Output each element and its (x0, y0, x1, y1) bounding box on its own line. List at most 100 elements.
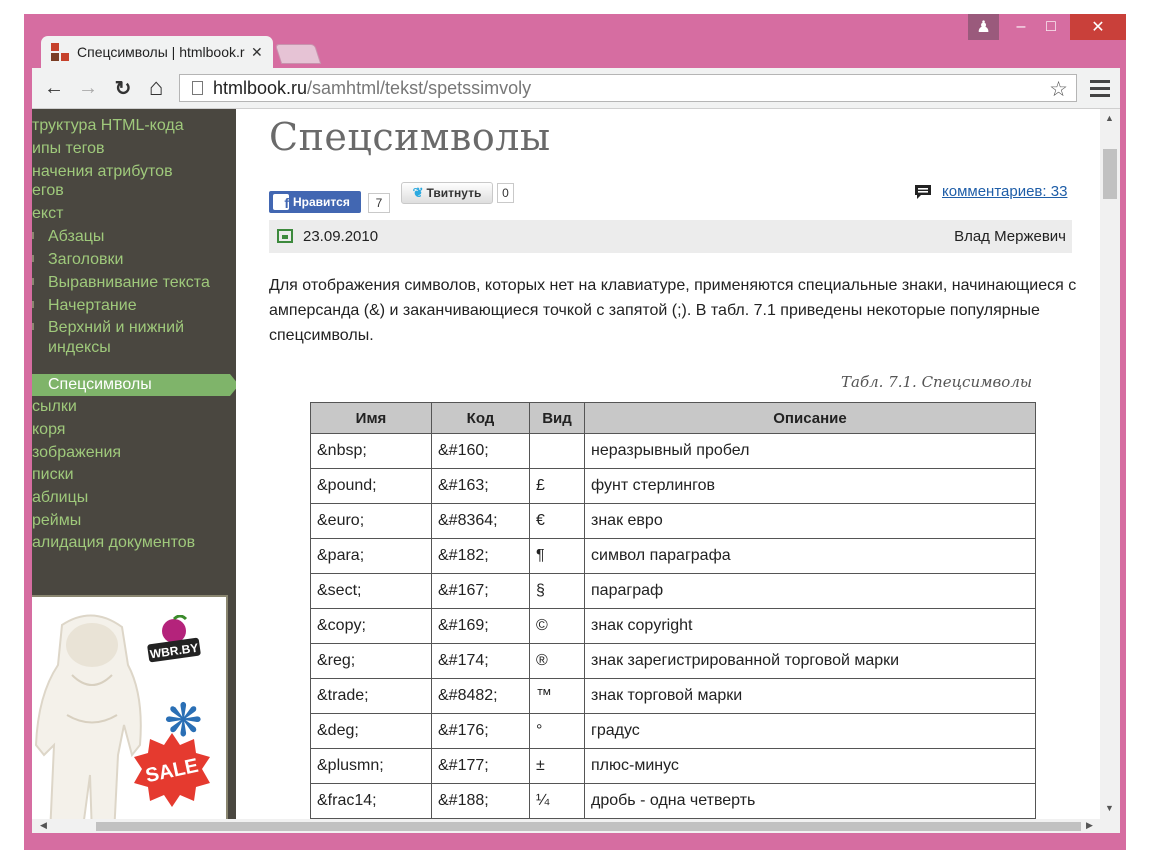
sidebar-item-images[interactable]: зображения (32, 443, 121, 462)
browser-menu-icon[interactable] (1090, 76, 1110, 100)
cell-description: неразрывный пробел (584, 433, 1036, 469)
page-title: Спецсимволы (269, 115, 551, 159)
sidebar-item-structure[interactable]: труктура HTML-кода (32, 116, 184, 135)
scroll-right-arrow-icon[interactable]: ▶ (1086, 820, 1093, 831)
close-window-button[interactable]: ✕ (1070, 14, 1126, 40)
table-row: &plusmn; &#177; ± плюс-минус (310, 748, 1036, 784)
url-host: htmlbook.ru (213, 77, 308, 98)
wbr-logo-icon: WBR.BY (147, 615, 201, 663)
page-icon (192, 81, 203, 95)
forward-arrow-icon[interactable]: → (76, 74, 100, 102)
browser-window: ♟ – □ ✕ Спецсимволы | htmlbook.ru ✕ ← → … (24, 14, 1126, 850)
sidebar-item-validation[interactable]: алидация документов (32, 533, 195, 552)
back-arrow-icon[interactable]: ← (42, 74, 66, 102)
table-row: &trade; &#8482; ™ знак торговой марки (310, 678, 1036, 714)
table-row: &pound; &#163; £ фунт стерлингов (310, 468, 1036, 504)
sidebar-subitem-label: Выравнивание текста (48, 274, 210, 291)
cell-description: символ параграфа (584, 538, 1036, 574)
reload-icon[interactable]: ↻ (111, 74, 135, 102)
cell-description: дробь - одна четверть (584, 783, 1036, 819)
cell-code: &#167; (431, 573, 530, 609)
cell-name: &plusmn; (310, 748, 432, 784)
comments-link[interactable]: комментариев: 33 (914, 183, 1067, 200)
table-row: &deg; &#176; ° градус (310, 713, 1036, 749)
article-date: 23.09.2010 (303, 228, 379, 245)
cell-description: фунт стерлингов (584, 468, 1036, 504)
tab-active[interactable]: Спецсимволы | htmlbook.ru ✕ (41, 36, 273, 68)
sidebar-item-special-chars-active[interactable]: Спецсимволы (32, 374, 236, 396)
address-bar[interactable]: htmlbook.ru/samhtml/tekst/spetssimvoly ☆ (179, 74, 1077, 102)
sidebar-item-tables[interactable]: аблицы (32, 488, 88, 507)
cell-view: ® (529, 643, 585, 679)
cell-view: ™ (529, 678, 585, 714)
cell-code: &#163; (431, 468, 530, 504)
scroll-down-arrow-icon[interactable]: ▼ (1105, 803, 1114, 813)
main-content: Спецсимволы f Нравится 7 ❦ Твитнуть 0 ко… (269, 109, 1077, 819)
bookmark-star-icon[interactable]: ☆ (1049, 77, 1068, 102)
horizontal-scroll-thumb[interactable] (96, 822, 1081, 831)
facebook-like-label: Нравится (293, 195, 350, 209)
user-profile-icon[interactable]: ♟ (968, 14, 999, 40)
sale-badge: SALE (134, 733, 210, 807)
cell-name: &reg; (310, 643, 432, 679)
facebook-like-button[interactable]: f Нравится (269, 191, 361, 213)
sidebar-subitem-label: Заголовки (48, 251, 124, 268)
twitter-tweet-button[interactable]: ❦ Твитнуть (401, 182, 493, 204)
cell-view: § (529, 573, 585, 609)
sidebar-item-text[interactable]: екст (32, 204, 63, 223)
sidebar-item-lists[interactable]: писки (32, 465, 74, 484)
cell-name: &deg; (310, 713, 432, 749)
cell-name: &trade; (310, 678, 432, 714)
tab-title: Спецсимволы | htmlbook.ru (77, 44, 245, 60)
cell-code: &#169; (431, 608, 530, 644)
facebook-like-count: 7 (368, 193, 390, 213)
cell-code: &#182; (431, 538, 530, 574)
comments-count-link[interactable]: комментариев: 33 (942, 183, 1067, 200)
table-caption: Табл. 7.1. Спецсимволы (841, 373, 1033, 391)
sidebar-subitem-label: индексы (48, 339, 111, 356)
cell-code: &#8364; (431, 503, 530, 539)
url-path: /samhtml/tekst/spetssimvoly (307, 77, 532, 98)
cell-description: градус (584, 713, 1036, 749)
cell-name: &nbsp; (310, 433, 432, 469)
maximize-button[interactable]: □ (1037, 14, 1065, 40)
sidebar-subitem-label: Верхний и нижний (48, 319, 185, 336)
twitter-tweet-label: Твитнуть (426, 186, 482, 200)
table-row: &reg; &#174; ® знак зарегистрированной торг… (310, 643, 1036, 679)
cell-description: знак евро (584, 503, 1036, 539)
vertical-scrollbar[interactable]: ▲ ▼ (1100, 109, 1120, 833)
sidebar-item-frames[interactable]: реймы (32, 511, 81, 530)
minimize-button[interactable]: – (1010, 14, 1032, 40)
twitter-tweet-count: 0 (497, 183, 514, 203)
sidebar-item-links[interactable]: сылки (32, 397, 77, 416)
cell-view: ° (529, 713, 585, 749)
sidebar-ad-banner[interactable]: WBR.BY ❋ SALE (32, 595, 228, 833)
table-row: &nbsp; &#160; неразрывный пробел (310, 433, 1036, 469)
sidebar-item-attribute-values[interactable]: начения атрибутов (32, 162, 173, 181)
twitter-bird-icon: ❦ (412, 185, 424, 200)
scroll-up-arrow-icon[interactable]: ▲ (1105, 113, 1114, 123)
page-viewport: труктура HTML-кода ипы тегов начения атр… (32, 109, 1120, 833)
horizontal-scrollbar[interactable]: ◀ ▶ (32, 819, 1100, 833)
htmlbook-favicon-icon (51, 43, 69, 61)
cell-description: знак торговой марки (584, 678, 1036, 714)
new-tab-button[interactable] (274, 44, 322, 64)
facebook-icon: f (273, 194, 289, 210)
home-icon[interactable]: ⌂ (144, 74, 168, 102)
sidebar-item-anchors[interactable]: коря (32, 420, 65, 439)
sidebar-item-attribute-values-cont[interactable]: егов (32, 181, 64, 200)
table-header-row: Имя Код Вид Описание (310, 402, 1036, 434)
cell-view: ¼ (529, 783, 585, 819)
column-header-code: Код (431, 402, 530, 434)
cell-name: &pound; (310, 468, 432, 504)
cell-name: &copy; (310, 608, 432, 644)
table-row: &sect; &#167; § параграф (310, 573, 1036, 609)
cell-view: £ (529, 468, 585, 504)
tab-close-icon[interactable]: ✕ (251, 44, 263, 61)
sidebar-item-tag-types[interactable]: ипы тегов (32, 139, 104, 158)
cell-code: &#177; (431, 748, 530, 784)
intro-paragraph: Для отображения символов, которых нет на… (269, 277, 1077, 344)
special-chars-table: Имя Код Вид Описание &nbsp; &#160; неразры… (310, 402, 1036, 819)
scroll-left-arrow-icon[interactable]: ◀ (40, 820, 47, 831)
vertical-scroll-thumb[interactable] (1103, 149, 1117, 199)
